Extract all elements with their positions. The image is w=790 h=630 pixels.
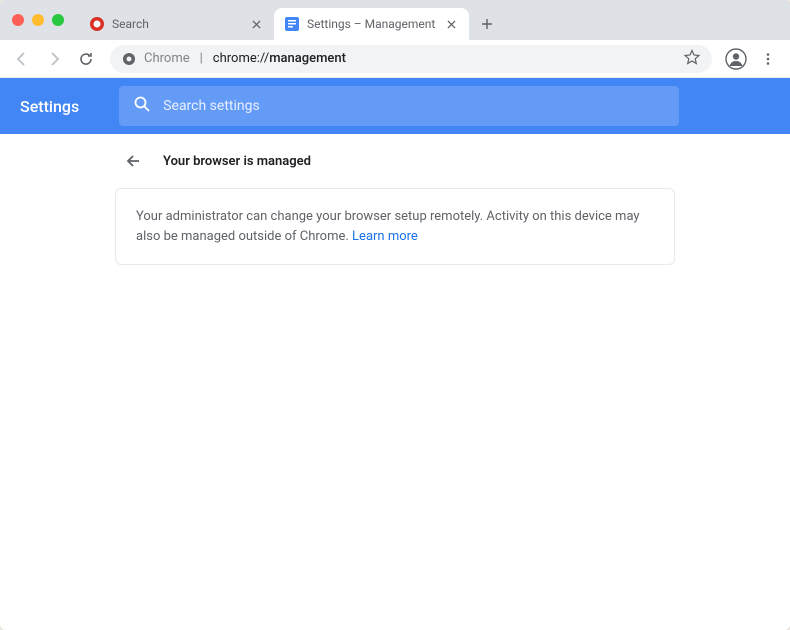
management-info-card: Your administrator can change your brows… — [115, 188, 675, 265]
tab-close-button[interactable] — [248, 16, 264, 32]
minimize-window-button[interactable] — [32, 14, 44, 26]
settings-body: Your browser is managed Your administrat… — [0, 134, 790, 630]
reload-button[interactable] — [72, 45, 100, 73]
settings-search-input[interactable] — [163, 98, 665, 114]
url-separator: | — [200, 51, 203, 66]
learn-more-link[interactable]: Learn more — [352, 229, 418, 244]
bookmark-star-icon[interactable] — [684, 49, 700, 69]
tab-title: Settings – Management — [307, 17, 436, 31]
toolbar: Chrome | chrome://management — [0, 40, 790, 78]
profile-button[interactable] — [722, 45, 750, 73]
panel-title: Your browser is managed — [163, 154, 311, 169]
back-arrow-button[interactable] — [125, 152, 143, 170]
forward-button[interactable] — [40, 45, 68, 73]
chrome-icon — [122, 52, 136, 66]
maximize-window-button[interactable] — [52, 14, 64, 26]
search-icon — [133, 95, 151, 117]
panel-header: Your browser is managed — [115, 134, 675, 188]
settings-favicon — [284, 16, 300, 32]
tab-close-button[interactable] — [443, 16, 459, 32]
search-favicon — [89, 16, 105, 32]
url-scheme-label: Chrome — [144, 51, 190, 66]
address-bar[interactable]: Chrome | chrome://management — [110, 45, 712, 73]
menu-button[interactable] — [754, 45, 782, 73]
tab-strip: Search Settings – Management — [79, 0, 790, 40]
tab-title: Search — [112, 17, 241, 31]
settings-panel: Your browser is managed Your administrat… — [115, 134, 675, 630]
new-tab-button[interactable] — [473, 10, 501, 38]
settings-header: Settings — [0, 78, 790, 134]
back-button[interactable] — [8, 45, 36, 73]
window-controls — [12, 14, 64, 26]
url-text: chrome://management — [213, 51, 346, 66]
browser-window: Search Settings – Management — [0, 0, 790, 630]
settings-app-title: Settings — [20, 97, 79, 116]
close-window-button[interactable] — [12, 14, 24, 26]
titlebar: Search Settings – Management — [0, 0, 790, 40]
tab-settings-management[interactable]: Settings – Management — [274, 8, 469, 40]
page-content: Settings Your browser is managed Your ad… — [0, 78, 790, 630]
settings-search-box[interactable] — [119, 86, 679, 126]
tab-search[interactable]: Search — [79, 8, 274, 40]
